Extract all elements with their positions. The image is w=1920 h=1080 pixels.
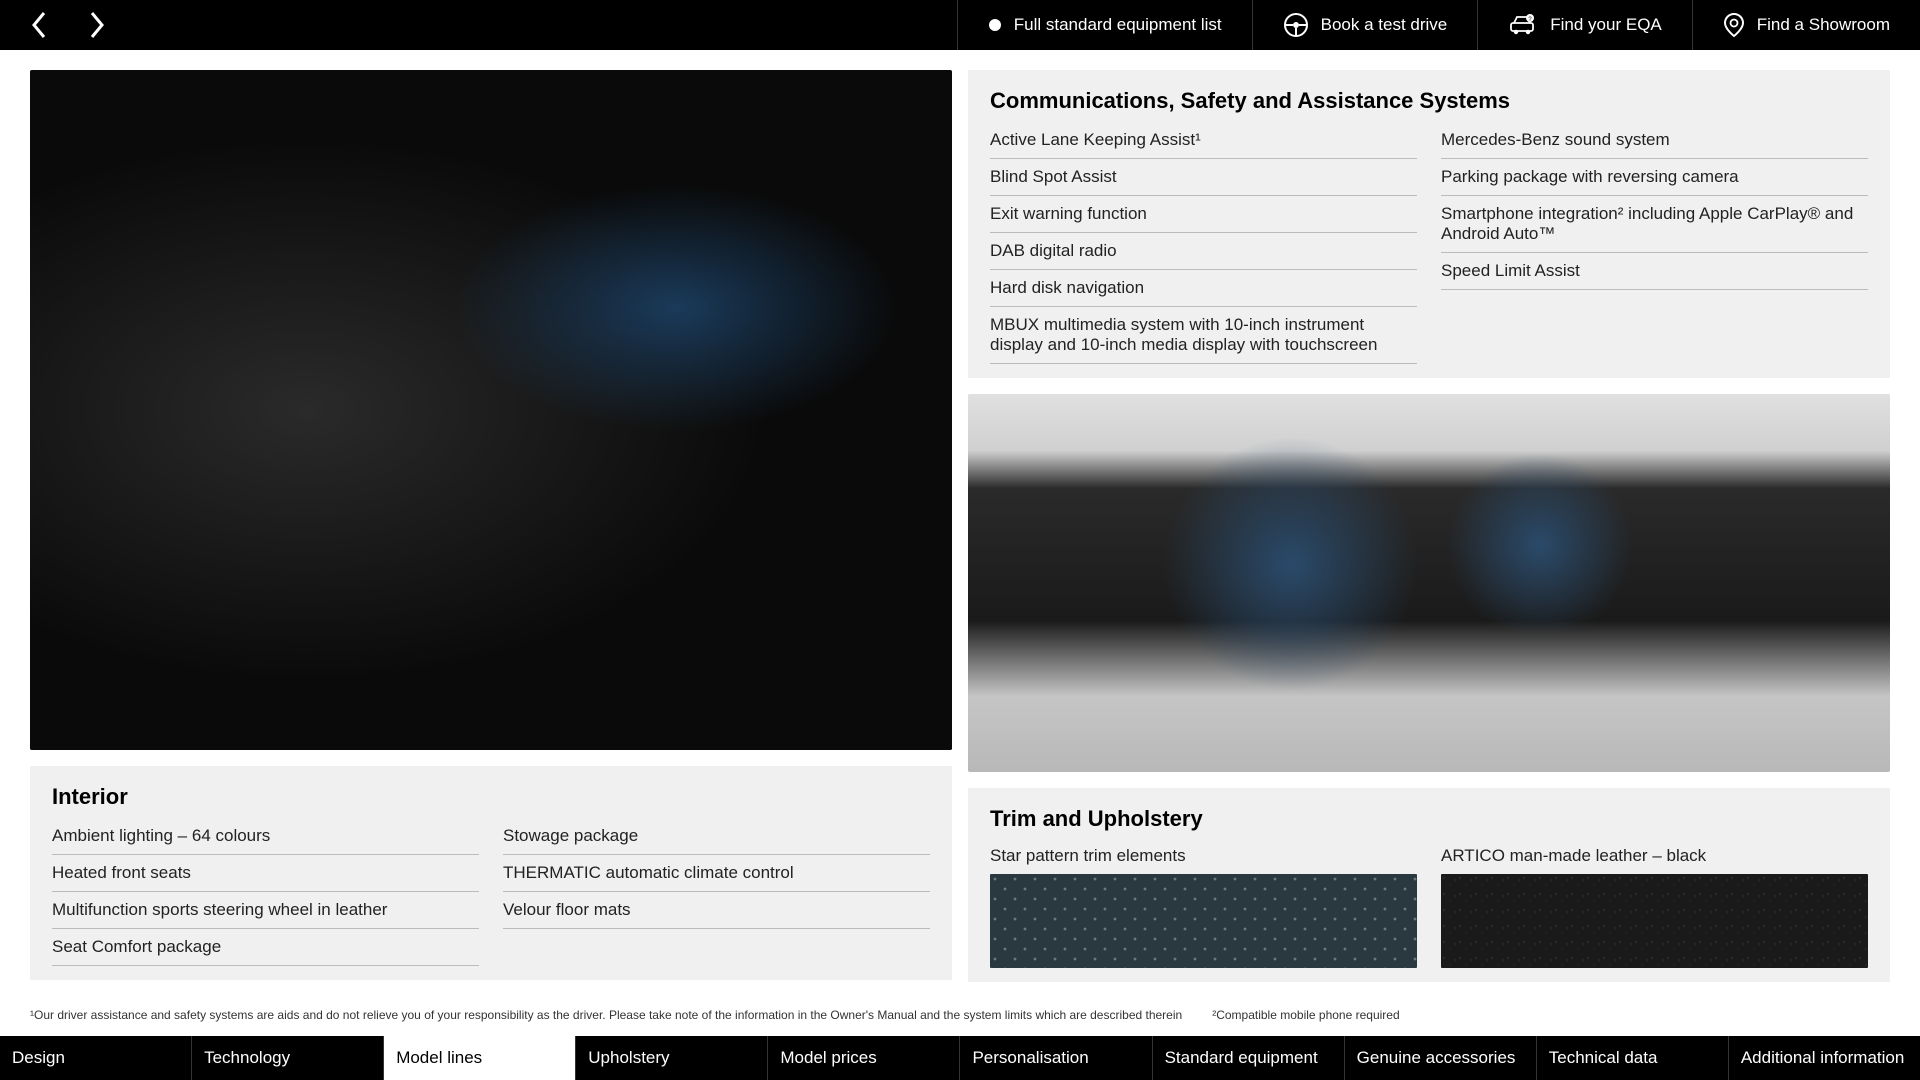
find-eqa-link[interactable]: ? Find your EQA (1477, 0, 1692, 50)
map-pin-icon (1723, 12, 1745, 38)
equipment-list-label: Full standard equipment list (1014, 15, 1222, 35)
star-pattern-swatch (990, 874, 1417, 968)
spec-item: Blind Spot Assist (990, 159, 1417, 196)
comms-panel: Communications, Safety and Assistance Sy… (968, 70, 1890, 378)
spec-item: Velour floor mats (503, 892, 930, 929)
spec-item: MBUX multimedia system with 10-inch inst… (990, 307, 1417, 364)
tab-model-prices[interactable]: Model prices (768, 1036, 960, 1080)
test-drive-label: Book a test drive (1321, 15, 1448, 35)
interior-panel: Interior Ambient lighting – 64 colours H… (30, 766, 952, 980)
spec-item: Hard disk navigation (990, 270, 1417, 307)
footnotes: ¹Our driver assistance and safety system… (30, 998, 1890, 1036)
equipment-list-link[interactable]: Full standard equipment list (957, 0, 1252, 50)
steering-wheel-icon (1283, 12, 1309, 38)
tab-additional-information[interactable]: Additional information (1729, 1036, 1920, 1080)
chevron-left-icon (30, 11, 48, 39)
test-drive-link[interactable]: Book a test drive (1252, 0, 1478, 50)
chevron-right-icon (88, 11, 106, 39)
spec-item: THERMATIC automatic climate control (503, 855, 930, 892)
leather-swatch (1441, 874, 1868, 968)
tab-standard-equipment[interactable]: Standard equipment (1153, 1036, 1345, 1080)
main-content: Interior Ambient lighting – 64 colours H… (0, 50, 1920, 1036)
tab-technical-data[interactable]: Technical data (1537, 1036, 1729, 1080)
spec-item: Active Lane Keeping Assist¹ (990, 122, 1417, 159)
next-arrow[interactable] (88, 11, 106, 39)
nav-arrows (0, 0, 136, 50)
footnote: ²Compatible mobile phone required (1212, 1008, 1399, 1022)
spec-item: Heated front seats (52, 855, 479, 892)
tab-technology[interactable]: Technology (192, 1036, 384, 1080)
interior-image-seats (30, 70, 952, 750)
tab-design[interactable]: Design (0, 1036, 192, 1080)
trim-item-label: ARTICO man-made leather – black (1441, 840, 1868, 874)
footnote: ¹Our driver assistance and safety system… (30, 1008, 1182, 1022)
spec-item: Exit warning function (990, 196, 1417, 233)
trim-item-label: Star pattern trim elements (990, 840, 1417, 874)
car-search-icon: ? (1508, 13, 1538, 37)
top-bar: Full standard equipment list Book a test… (0, 0, 1920, 50)
trim-title: Trim and Upholstery (990, 806, 1868, 832)
bottom-tabs: Design Technology Model lines Upholstery… (0, 1036, 1920, 1080)
spec-item: Stowage package (503, 818, 930, 855)
interior-image-dashboard (968, 394, 1890, 772)
spec-item: Seat Comfort package (52, 929, 479, 966)
interior-title: Interior (52, 784, 930, 810)
find-showroom-label: Find a Showroom (1757, 15, 1890, 35)
spec-item: Parking package with reversing camera (1441, 159, 1868, 196)
tab-genuine-accessories[interactable]: Genuine accessories (1345, 1036, 1537, 1080)
find-showroom-link[interactable]: Find a Showroom (1692, 0, 1920, 50)
prev-arrow[interactable] (30, 11, 48, 39)
spec-item: Smartphone integration² including Apple … (1441, 196, 1868, 253)
spec-item: Ambient lighting – 64 colours (52, 818, 479, 855)
find-eqa-label: Find your EQA (1550, 15, 1662, 35)
spec-item: Speed Limit Assist (1441, 253, 1868, 290)
spec-item: Mercedes-Benz sound system (1441, 122, 1868, 159)
tab-upholstery[interactable]: Upholstery (576, 1036, 768, 1080)
tab-model-lines[interactable]: Model lines (384, 1036, 576, 1080)
bullet-icon (988, 18, 1002, 32)
spec-item: DAB digital radio (990, 233, 1417, 270)
tab-personalisation[interactable]: Personalisation (960, 1036, 1152, 1080)
spec-item: Multifunction sports steering wheel in l… (52, 892, 479, 929)
comms-title: Communications, Safety and Assistance Sy… (990, 88, 1868, 114)
trim-panel: Trim and Upholstery Star pattern trim el… (968, 788, 1890, 982)
